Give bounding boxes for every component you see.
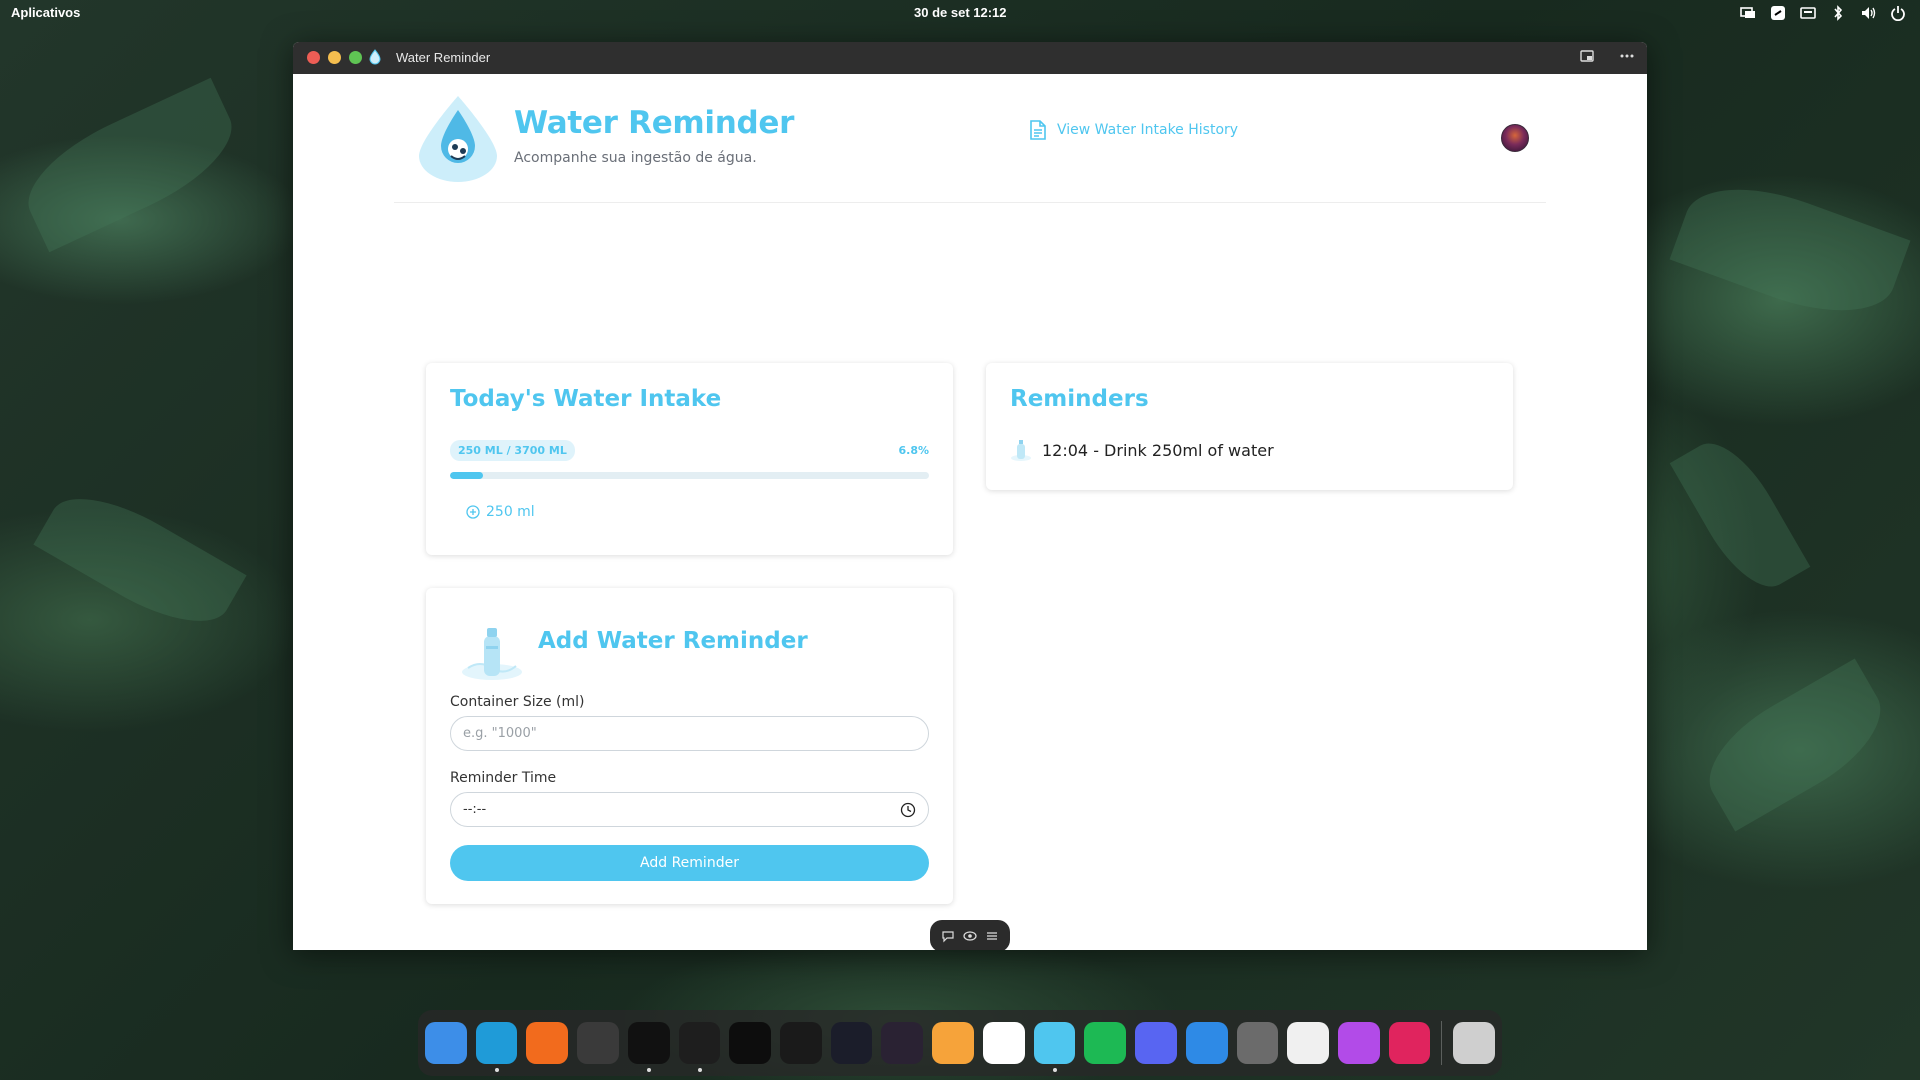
- obsidian-icon[interactable]: [881, 1022, 924, 1064]
- vscode-icon[interactable]: [678, 1022, 721, 1072]
- sync-icon[interactable]: [1770, 5, 1786, 21]
- pen-app-icon[interactable]: [932, 1022, 974, 1064]
- pip-icon[interactable]: [1579, 48, 1595, 64]
- add-reminder-title: Add Water Reminder: [538, 628, 808, 654]
- avatar[interactable]: [1501, 124, 1529, 152]
- add-reminder-button[interactable]: Add Reminder: [450, 845, 929, 881]
- plus-circle-icon: [466, 505, 480, 519]
- app-window: Water Reminder Water Reminder Acompanhe …: [293, 42, 1647, 950]
- intake-amount-badge: 250 ML / 3700 ML: [450, 440, 575, 461]
- water-drop-icon: [369, 49, 381, 65]
- clock-icon[interactable]: [900, 802, 916, 818]
- header-divider: [394, 202, 1546, 203]
- intake-progress-bar: [450, 472, 929, 479]
- add-250ml-button[interactable]: 250 ml: [466, 504, 535, 520]
- more-options-icon[interactable]: [1619, 48, 1635, 64]
- maximize-window-button[interactable]: [349, 51, 362, 64]
- view-history-label: View Water Intake History: [1057, 122, 1239, 138]
- add-amount-label: 250 ml: [486, 504, 535, 520]
- water-bottle-icon: [462, 628, 522, 680]
- terminal-icon[interactable]: [577, 1022, 619, 1064]
- menu-icon[interactable]: [985, 929, 999, 943]
- clock[interactable]: 30 de set 12:12: [914, 5, 1007, 20]
- spotify-icon[interactable]: [1084, 1022, 1127, 1064]
- edge-browser-icon[interactable]: [475, 1022, 518, 1072]
- display-icon[interactable]: [1740, 5, 1756, 21]
- reminder-text: 12:04 - Drink 250ml of water: [1042, 440, 1274, 460]
- dock-separator: [1441, 1021, 1443, 1065]
- discord-icon[interactable]: [1135, 1022, 1177, 1064]
- intake-progress-fill: [450, 472, 483, 479]
- container-size-label: Container Size (ml): [450, 694, 585, 710]
- water-reminder-icon[interactable]: [1033, 1022, 1076, 1072]
- sphere-app-icon[interactable]: [1337, 1022, 1380, 1064]
- disk-utility-icon[interactable]: [1453, 1022, 1496, 1064]
- list-item[interactable]: 12:04 - Drink 250ml of water: [1010, 438, 1274, 462]
- wallpaper-leaf: [33, 475, 247, 645]
- power-icon[interactable]: [1890, 5, 1906, 21]
- reminder-time-label: Reminder Time: [450, 770, 557, 786]
- add-reminder-card: Add Water Reminder Container Size (ml) e…: [426, 588, 953, 904]
- container-size-field[interactable]: e.g. "1000": [450, 716, 929, 751]
- floating-toolbar: [930, 920, 1010, 950]
- intake-percent: 6.8%: [898, 444, 929, 457]
- system-tray: [1740, 5, 1906, 21]
- linear-icon[interactable]: [830, 1022, 873, 1064]
- app-title: Water Reminder: [514, 105, 795, 141]
- reminders-title: Reminders: [1010, 386, 1149, 412]
- view-history-link[interactable]: View Water Intake History: [1029, 120, 1238, 140]
- reminders-card: Reminders 12:04 - Drink 250ml of water: [986, 363, 1513, 490]
- wallpaper-leaf: [1669, 428, 1811, 602]
- minimize-window-button[interactable]: [328, 51, 341, 64]
- water-reminder-logo: [419, 96, 497, 182]
- time-value: --:--: [463, 802, 487, 817]
- slack-icon[interactable]: [982, 1022, 1025, 1064]
- pycharm-icon[interactable]: [729, 1022, 772, 1064]
- bluetooth-icon[interactable]: [1830, 5, 1846, 21]
- vpn-icon[interactable]: [1388, 1022, 1431, 1064]
- settings-icon[interactable]: [1236, 1022, 1279, 1064]
- chat-bubble-icon[interactable]: [941, 929, 955, 943]
- app-subtitle: Acompanhe sua ingestão de água.: [514, 150, 757, 166]
- close-window-button[interactable]: [307, 51, 320, 64]
- eye-icon[interactable]: [963, 929, 977, 943]
- system-top-bar: Aplicativos 30 de set 12:12: [0, 0, 1920, 26]
- text-editor-icon[interactable]: [780, 1022, 822, 1064]
- wallpaper-leaf: [1669, 165, 1911, 335]
- applications-menu[interactable]: Aplicativos: [11, 5, 80, 20]
- firefox-icon[interactable]: [526, 1022, 569, 1064]
- mail-icon[interactable]: [1287, 1022, 1329, 1064]
- keyboard-icon[interactable]: [1800, 5, 1816, 21]
- todays-intake-card: Today's Water Intake 250 ML / 3700 ML 6.…: [426, 363, 953, 555]
- intake-title: Today's Water Intake: [450, 386, 722, 412]
- wallpaper-leaf: [1690, 658, 1900, 832]
- app-content: Water Reminder Acompanhe sua ingestão de…: [293, 74, 1647, 950]
- wallpaper-leaf: [11, 77, 249, 253]
- files-icon[interactable]: [425, 1022, 467, 1064]
- water-bottle-icon: [1011, 440, 1031, 461]
- software-store-icon[interactable]: [1185, 1022, 1228, 1064]
- volume-icon[interactable]: [1860, 5, 1876, 21]
- window-titlebar[interactable]: Water Reminder: [293, 42, 1647, 74]
- titlebar-actions: [1579, 48, 1635, 64]
- code-editor-icon[interactable]: [627, 1022, 670, 1072]
- window-title: Water Reminder: [396, 50, 491, 65]
- document-icon: [1030, 120, 1046, 140]
- dock: [418, 1010, 1502, 1076]
- reminder-time-field[interactable]: --:--: [450, 792, 929, 827]
